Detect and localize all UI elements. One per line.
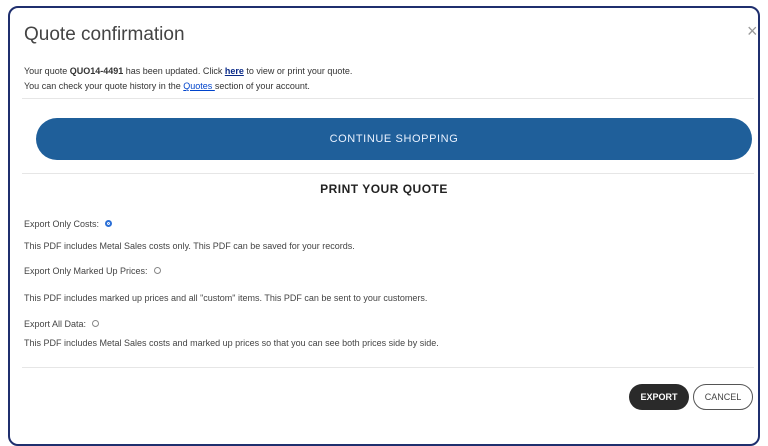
option-export-costs[interactable]: Export Only Costs: — [24, 219, 113, 229]
close-icon[interactable]: × — [747, 22, 758, 40]
option-label: Export Only Costs: — [24, 219, 100, 229]
dialog-title: Quote confirmation — [24, 24, 185, 45]
option-export-marked-up[interactable]: Export Only Marked Up Prices: — [24, 266, 161, 276]
option-label: Export Only Marked Up Prices: — [24, 266, 148, 276]
info-text: You can check your quote history in the — [24, 81, 184, 91]
radio-export-all[interactable] — [92, 320, 100, 328]
option-description: This PDF includes Metal Sales costs and … — [24, 338, 439, 348]
print-quote-heading: PRINT YOUR QUOTE — [320, 182, 448, 196]
quote-info: Your quote QUO14-4491 has been updated. … — [24, 64, 352, 94]
quote-number: QUO14-4491 — [69, 66, 124, 76]
divider — [22, 98, 754, 99]
export-button[interactable]: EXPORT — [629, 384, 689, 410]
radio-export-costs[interactable] — [105, 220, 113, 228]
continue-shopping-button[interactable]: CONTINUE SHOPPING — [36, 118, 752, 160]
info-text: section of your account. — [214, 81, 310, 91]
quotes-link[interactable]: Quotes — [183, 81, 215, 91]
divider — [22, 367, 754, 368]
option-export-all[interactable]: Export All Data: — [24, 319, 100, 329]
here-link[interactable]: here — [225, 66, 244, 76]
info-text: Your quote — [24, 66, 70, 76]
divider — [22, 173, 754, 174]
radio-export-marked-up[interactable] — [153, 267, 161, 275]
info-line-1: Your quote QUO14-4491 has been updated. … — [24, 64, 352, 79]
option-description: This PDF includes Metal Sales costs only… — [24, 241, 355, 251]
cancel-button[interactable]: CANCEL — [693, 384, 753, 410]
info-line-2: You can check your quote history in the … — [24, 79, 352, 94]
info-text: has been updated. Click — [123, 66, 225, 76]
option-description: This PDF includes marked up prices and a… — [24, 293, 428, 303]
info-text: to view or print your quote. — [243, 66, 353, 76]
option-label: Export All Data: — [24, 319, 87, 329]
